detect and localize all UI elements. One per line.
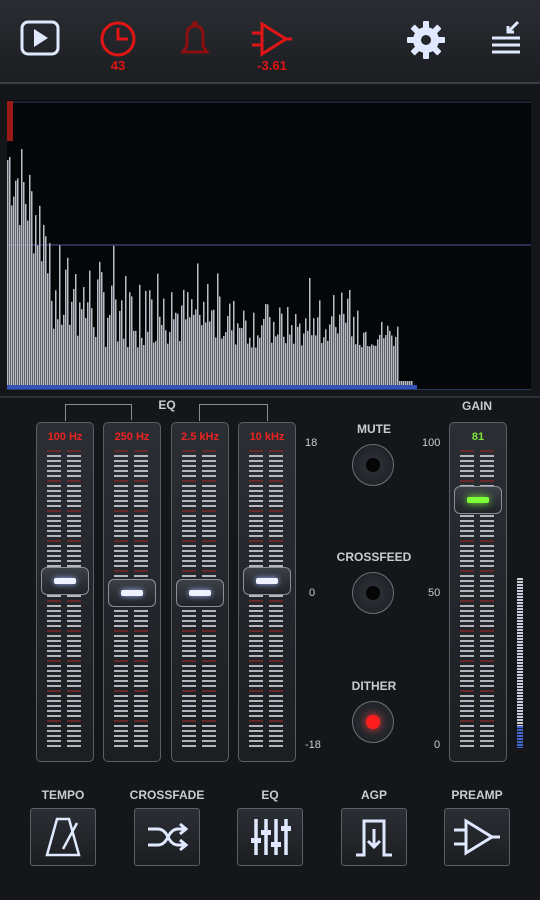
eq-scale-mid: 0 — [309, 587, 316, 599]
eq-slider-knob[interactable] — [108, 579, 156, 607]
timer-icon — [100, 21, 136, 57]
delay-icon — [252, 21, 292, 57]
mute-label: MUTE — [357, 422, 391, 436]
gain-slider-knob[interactable] — [454, 486, 502, 514]
spectrum-analyzer — [7, 100, 531, 390]
section-divider — [0, 396, 540, 398]
gain-slider[interactable]: 81 — [449, 422, 507, 762]
delay-button[interactable]: -3.61 — [242, 0, 302, 82]
slider-track — [249, 450, 283, 747]
eq-button[interactable] — [237, 808, 303, 866]
shuffle-icon — [148, 822, 189, 852]
eq-bracket-left — [65, 404, 132, 421]
eq-slider-100hz[interactable]: 100 Hz — [36, 422, 94, 762]
eq-slider-knob[interactable] — [243, 567, 291, 595]
mute-toggle[interactable] — [352, 444, 394, 486]
eq-slider-2-5khz[interactable]: 2.5 kHz — [171, 422, 229, 762]
band-label: 2.5 kHz — [181, 431, 219, 443]
band-label: 10 kHz — [249, 431, 285, 443]
equalizer-icon — [251, 819, 291, 855]
agp-icon — [356, 819, 392, 857]
settings-gear-icon — [407, 21, 445, 59]
top-toolbar: 43 -3.61 — [0, 0, 540, 84]
band-label: 100 Hz — [47, 431, 83, 443]
eq-button-label: EQ — [261, 788, 279, 802]
play-icon — [20, 20, 60, 56]
tempo-label: TEMPO — [41, 788, 85, 802]
alarm-bell-icon — [180, 21, 210, 54]
preamp-label: PREAMP — [451, 788, 503, 802]
delay-value: -3.61 — [257, 58, 287, 73]
agp-button[interactable] — [341, 808, 407, 866]
gain-label: GAIN — [462, 399, 492, 413]
crossfeed-toggle[interactable] — [352, 572, 394, 614]
play-button[interactable] — [10, 0, 70, 82]
settings-button[interactable] — [396, 0, 456, 82]
preamp-button[interactable] — [444, 808, 510, 866]
menu-collapse-icon — [492, 20, 520, 54]
tempo-button[interactable] — [30, 808, 96, 866]
sleep-timer-button[interactable]: 43 — [88, 0, 148, 82]
dither-label: DITHER — [351, 679, 397, 693]
eq-scale-top: 18 — [305, 437, 318, 449]
menu-button[interactable] — [476, 0, 536, 82]
eq-slider-250hz[interactable]: 250 Hz — [103, 422, 161, 762]
spectrum-bar-group — [7, 149, 413, 389]
alarm-button[interactable] — [165, 0, 225, 82]
eq-scale-bottom: -18 — [305, 739, 321, 751]
eq-bracket-right — [199, 404, 268, 421]
dither-toggle[interactable] — [352, 701, 394, 743]
gain-scale-top: 100 — [422, 437, 441, 449]
preamp-icon — [454, 818, 500, 856]
slider-track — [47, 450, 81, 747]
eq-bracket-mid — [131, 404, 132, 420]
spectrum-bars — [7, 101, 531, 389]
gain-scale-bottom: 0 — [434, 739, 441, 751]
eq-slider-knob[interactable] — [176, 579, 224, 607]
crossfade-label: CROSSFADE — [129, 788, 205, 802]
output-level-meter — [517, 578, 523, 748]
crossfade-button[interactable] — [134, 808, 200, 866]
gain-value: 81 — [471, 431, 485, 443]
crossfeed-label: CROSSFEED — [336, 550, 412, 564]
agp-label: AGP — [360, 788, 387, 802]
eq-label: EQ — [150, 398, 184, 412]
timer-value: 43 — [110, 58, 126, 73]
metronome-icon — [45, 817, 81, 857]
gain-scale-mid: 50 — [428, 587, 441, 599]
band-label: 250 Hz — [114, 431, 150, 443]
eq-slider-10khz[interactable]: 10 kHz — [238, 422, 296, 762]
eq-slider-knob[interactable] — [41, 567, 89, 595]
